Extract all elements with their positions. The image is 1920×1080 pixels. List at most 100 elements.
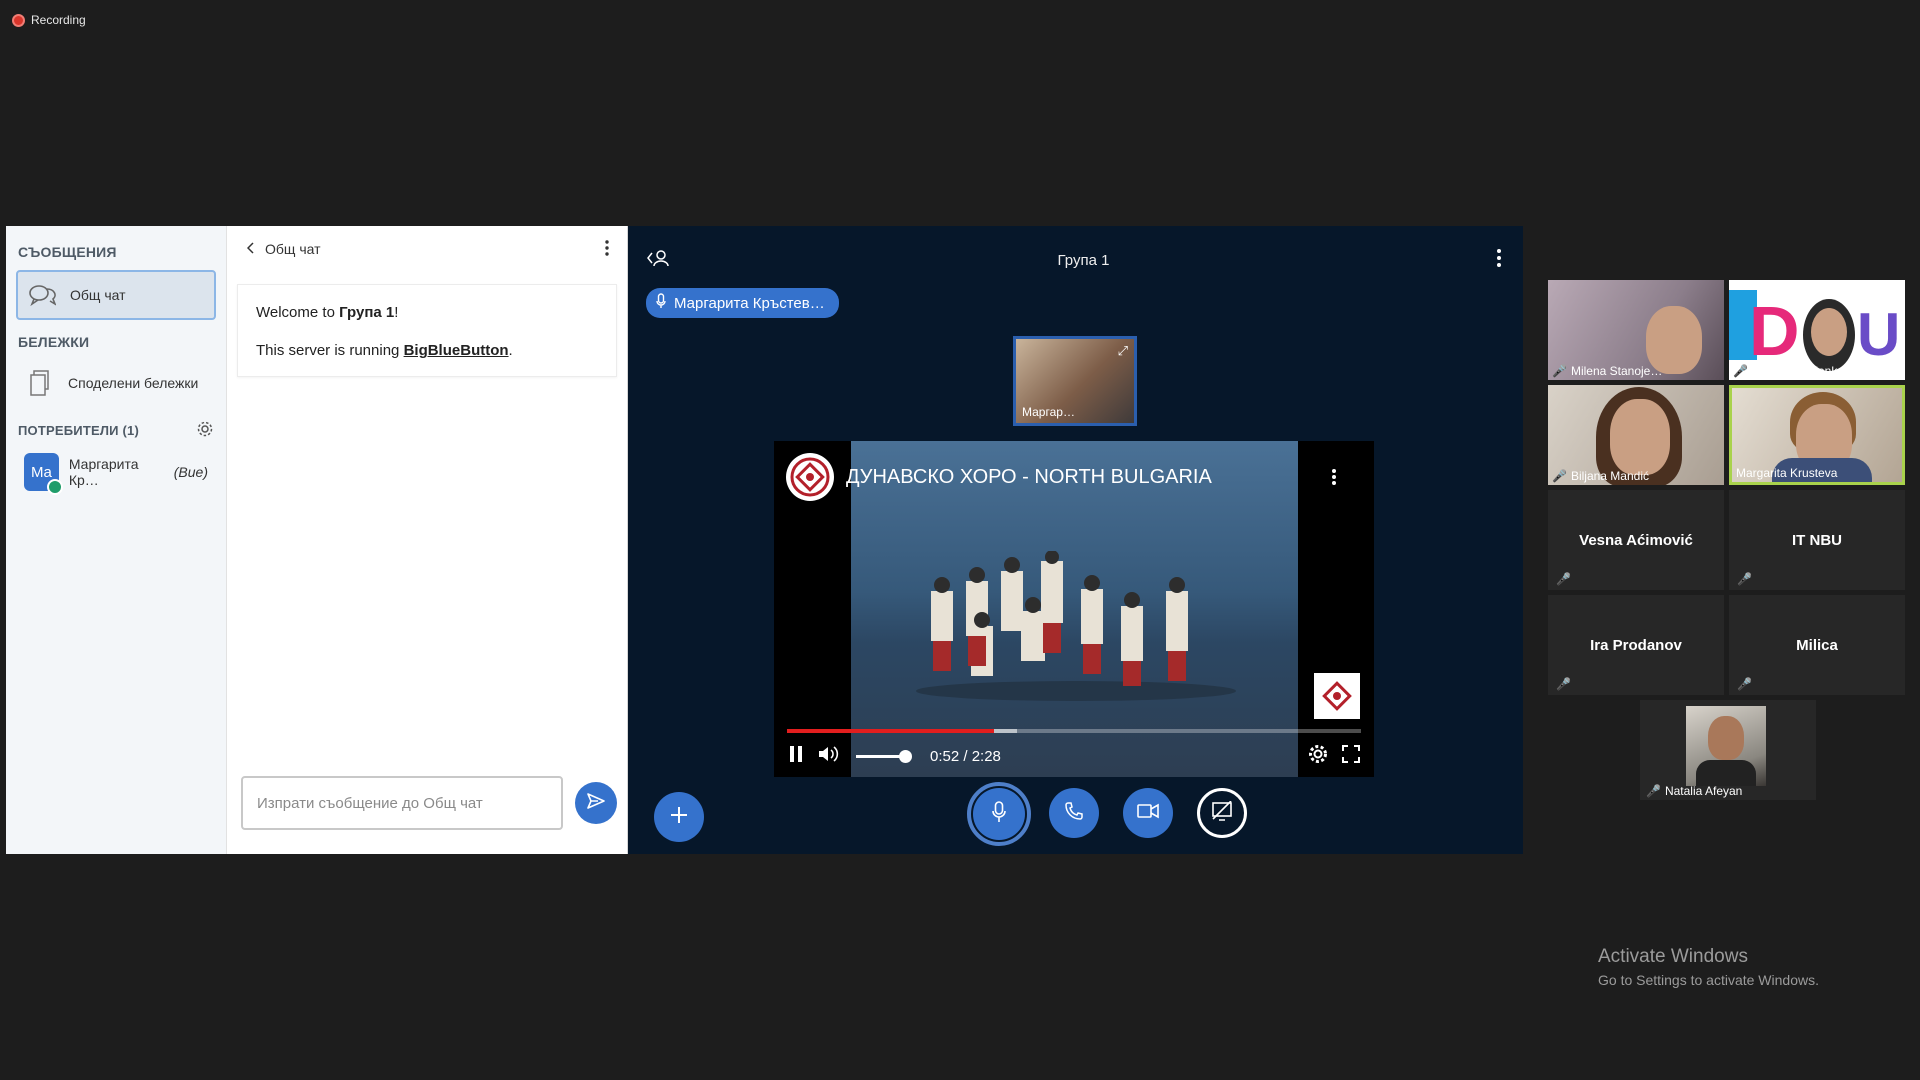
users-heading: ПОТРЕБИТЕЛИ (1) bbox=[6, 414, 226, 447]
phone-icon bbox=[1064, 801, 1084, 826]
welcome-group: Група 1 bbox=[339, 304, 395, 321]
chat-composer: Изпрати съобщение до Общ чат bbox=[241, 776, 617, 830]
activate-subtitle: Go to Settings to activate Windows. bbox=[1598, 972, 1819, 988]
participant-name-label: Natalia Afeyan bbox=[1664, 784, 1743, 798]
avatar: Ma bbox=[24, 453, 63, 495]
gear-icon[interactable] bbox=[196, 420, 214, 441]
camera-icon bbox=[1137, 803, 1159, 824]
video-buffer bbox=[993, 729, 1017, 733]
participant-name: 🎤 Biljana Mandić bbox=[1552, 469, 1649, 483]
expand-icon[interactable]: ⤢ bbox=[1118, 343, 1128, 359]
webcam-name: Маргар… bbox=[1022, 405, 1075, 419]
mic-muted-icon: 🎤 bbox=[1556, 572, 1571, 586]
talker-name: Маргарита Кръстев… bbox=[674, 294, 825, 312]
participant-name-label: Milena Stanoje… bbox=[1570, 364, 1663, 378]
participant-tile[interactable]: Ira Prodanov 🎤 bbox=[1548, 595, 1724, 695]
user-list-item[interactable]: Ma Маргарита Кр… (Вие) bbox=[6, 447, 226, 497]
nav-item-public-chat[interactable]: Общ чат bbox=[16, 270, 216, 320]
stage-options-kebab-icon[interactable] bbox=[1497, 248, 1501, 272]
participant-tile[interactable]: 🎤 Natalia Afeyan bbox=[1640, 700, 1816, 800]
add-actions-button[interactable] bbox=[654, 792, 704, 842]
mic-muted-icon: 🎤 bbox=[1556, 677, 1571, 691]
participant-tile[interactable]: 🎤 Milena Stanoje… bbox=[1548, 280, 1724, 380]
participant-name-label: Margarita Krusteva bbox=[1736, 466, 1838, 480]
server-line: This server is running BigBlueButton. bbox=[256, 341, 598, 361]
welcome-line: Welcome to Група 1! bbox=[256, 303, 598, 323]
you-label: (Вие) bbox=[173, 464, 208, 480]
participant-tile[interactable]: D U 🎤 Dušanka Jelenk… bbox=[1729, 280, 1905, 380]
server-prefix: This server is running bbox=[256, 342, 404, 360]
bbb-window: СЪОБЩЕНИЯ Общ чат БЕЛЕЖКИ Споделени беле… bbox=[6, 226, 1523, 854]
video-progress-fill bbox=[787, 729, 994, 733]
share-screen-button[interactable] bbox=[1197, 788, 1247, 838]
mic-muted-icon: 🎤 bbox=[1737, 572, 1752, 586]
screen-share-off-icon bbox=[1211, 799, 1233, 826]
participant-tile[interactable]: Milica 🎤 bbox=[1729, 595, 1905, 695]
stage-header: Група 1 bbox=[628, 226, 1523, 294]
chat-input-placeholder: Изпрати съобщение до Общ чат bbox=[257, 794, 483, 812]
mute-button[interactable] bbox=[967, 782, 1031, 846]
windows-activation-watermark: Activate Windows Go to Settings to activ… bbox=[1598, 946, 1819, 988]
svg-text:U: U bbox=[1857, 301, 1900, 368]
chat-back-button[interactable]: Общ чат bbox=[246, 241, 321, 257]
avatar-initials: Ma bbox=[31, 463, 52, 481]
participant-tile[interactable]: 🎤 Biljana Mandić bbox=[1548, 385, 1724, 485]
chat-header: Общ чат bbox=[227, 226, 627, 272]
server-suffix: . bbox=[508, 342, 513, 360]
recording-label: Recording bbox=[31, 13, 86, 27]
webcam-thumbnail[interactable]: ⤢ Маргар… bbox=[1013, 336, 1137, 426]
pause-icon[interactable] bbox=[788, 745, 804, 767]
send-icon bbox=[586, 792, 606, 815]
recording-dot-icon bbox=[12, 13, 25, 27]
chat-options-kebab-icon[interactable] bbox=[605, 239, 609, 259]
video-progress-bar[interactable] bbox=[787, 729, 1361, 733]
leave-audio-button[interactable] bbox=[1049, 788, 1099, 838]
meeting-title: Група 1 bbox=[1057, 251, 1110, 269]
bigbluebutton-link[interactable]: BigBlueButton bbox=[404, 342, 509, 359]
chat-title: Общ чат bbox=[265, 241, 321, 257]
mic-muted-icon: 🎤 bbox=[1552, 364, 1567, 378]
toggle-userlist-icon[interactable] bbox=[646, 248, 670, 273]
welcome-message: Welcome to Група 1! This server is runni… bbox=[237, 284, 617, 377]
chat-message-input[interactable]: Изпрати съобщение до Общ чат bbox=[241, 776, 563, 830]
fullscreen-icon[interactable] bbox=[1342, 745, 1360, 767]
svg-text:D: D bbox=[1749, 292, 1800, 370]
participant-tile[interactable]: IT NBU 🎤 bbox=[1729, 490, 1905, 590]
participant-name-label: Ira Prodanov bbox=[1590, 636, 1682, 654]
volume-slider[interactable] bbox=[856, 749, 912, 763]
talking-indicator[interactable]: Маргарита Кръстев… bbox=[646, 288, 839, 318]
mic-muted-icon: 🎤 bbox=[1733, 364, 1748, 378]
presentation-area: Група 1 Маргарита Кръстев… ⤢ Маргар… ДУН… bbox=[628, 226, 1523, 854]
share-webcam-button[interactable] bbox=[1123, 788, 1173, 838]
participant-name-label: Biljana Mandić bbox=[1570, 469, 1649, 483]
mic-muted-icon: 🎤 bbox=[1646, 784, 1661, 798]
nav-item-shared-notes[interactable]: Споделени бележки bbox=[16, 360, 216, 406]
user-name: Маргарита Кр… bbox=[68, 456, 139, 488]
channel-logo-icon bbox=[786, 453, 834, 501]
send-button[interactable] bbox=[575, 782, 617, 824]
external-video-player[interactable]: ДУНАВСКО ХОРО - NORTH BULGARIA 0:52 / 2:… bbox=[774, 441, 1374, 777]
volume-icon[interactable] bbox=[818, 745, 840, 767]
welcome-prefix: Welcome to bbox=[256, 304, 340, 321]
video-menu-kebab-icon[interactable] bbox=[1332, 469, 1336, 490]
media-action-bar bbox=[967, 782, 1247, 846]
video-controls: 0:52 / 2:28 bbox=[788, 741, 1360, 771]
video-title: ДУНАВСКО ХОРО - NORTH BULGARIA bbox=[846, 465, 1212, 488]
messages-heading: СЪОБЩЕНИЯ bbox=[18, 244, 117, 260]
welcome-suffix: ! bbox=[394, 304, 399, 321]
participant-tile[interactable]: Vesna Aćimović 🎤 bbox=[1548, 490, 1724, 590]
participant-name: 🎤 Dušanka Jelenk… bbox=[1733, 364, 1849, 378]
participant-name: Margarita Krusteva bbox=[1736, 466, 1837, 480]
volume-knob[interactable] bbox=[899, 749, 912, 763]
mic-status-icon bbox=[46, 479, 63, 495]
participant-tile-active-speaker[interactable]: Margarita Krusteva bbox=[1729, 385, 1905, 485]
notes-document-icon bbox=[26, 369, 54, 397]
settings-gear-icon[interactable] bbox=[1308, 744, 1328, 768]
left-nav: СЪОБЩЕНИЯ Общ чат БЕЛЕЖКИ Споделени беле… bbox=[6, 226, 226, 854]
participant-face bbox=[1708, 716, 1744, 760]
participant-video bbox=[1686, 706, 1766, 786]
chat-panel: Общ чат Welcome to Група 1! This server … bbox=[226, 226, 628, 854]
participant-clothes bbox=[1696, 760, 1756, 786]
chat-bubbles-icon bbox=[28, 281, 56, 309]
shared-notes-label: Споделени бележки bbox=[68, 375, 199, 391]
